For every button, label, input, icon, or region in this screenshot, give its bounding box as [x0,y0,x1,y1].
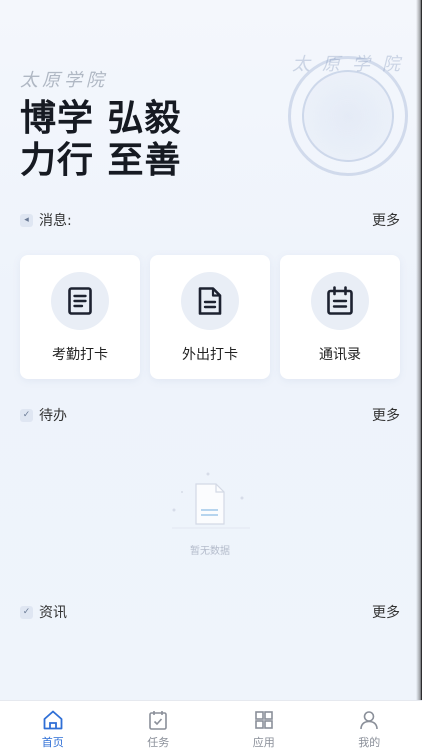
tab-profile-label: 我的 [358,736,381,749]
task-icon [149,711,168,730]
tab-home-label: 首页 [41,736,64,749]
screen-edge-shadow [416,0,422,700]
todo-label: 待办 [39,408,67,424]
apps-grid-icon [254,711,273,729]
empty-document-icon [172,472,250,529]
speaker-icon: ◂ [20,213,33,227]
outing-icon-circle [181,272,239,330]
document-icon [198,287,222,315]
attendance-list-icon [68,287,92,315]
contacts-label: 通讯录 [319,347,361,363]
contacts-card[interactable]: 通讯录 [280,255,400,379]
outing-card[interactable]: 外出打卡 [150,255,270,379]
home-icon [43,710,63,730]
motto-line-1: 博学 弘毅 [20,98,182,139]
hero-section: 太原学院 博学 弘毅 力行 至善 [20,66,400,196]
empty-text: 暂无数据 [190,546,230,557]
news-row: ✓ 资讯 更多 [20,601,400,623]
tab-tasks[interactable]: 任务 [118,709,198,750]
contacts-calendar-icon [327,286,353,315]
messages-row: ◂ 消息: 更多 [20,209,400,231]
tab-apps[interactable]: 应用 [224,709,304,750]
tab-home[interactable]: 首页 [13,709,93,750]
todo-row: ✓ 待办 更多 [20,404,400,426]
motto-line-2: 力行 至善 [20,140,182,181]
attendance-card[interactable]: 考勤打卡 [20,255,140,379]
tab-profile[interactable]: 我的 [329,709,409,750]
todo-more-link[interactable]: 更多 [372,405,400,425]
checkbox-icon: ✓ [20,605,33,619]
attendance-label: 考勤打卡 [52,347,108,363]
profile-icon [360,711,379,730]
bottom-tab-bar: 首页 任务 应用 我的 [0,700,422,750]
todo-empty-state: 暂无数据 [160,470,260,560]
motto: 博学 弘毅 力行 至善 [20,98,400,182]
contacts-icon-circle [311,272,369,330]
messages-label: 消息: [39,213,72,229]
todo-header: ✓ 待办 [20,405,67,425]
messages-header: ◂ 消息: [20,210,72,230]
messages-more-link[interactable]: 更多 [372,210,400,230]
school-name-script: 太原学院 [20,70,108,91]
news-label: 资讯 [39,605,67,621]
attendance-icon-circle [51,272,109,330]
checkbox-icon: ✓ [20,408,33,422]
quick-actions: 考勤打卡 外出打卡 通讯录 [20,255,400,379]
outing-label: 外出打卡 [182,347,238,363]
tab-tasks-label: 任务 [147,736,170,749]
news-more-link[interactable]: 更多 [372,602,400,622]
tab-apps-label: 应用 [252,736,275,749]
news-header: ✓ 资讯 [20,602,67,622]
